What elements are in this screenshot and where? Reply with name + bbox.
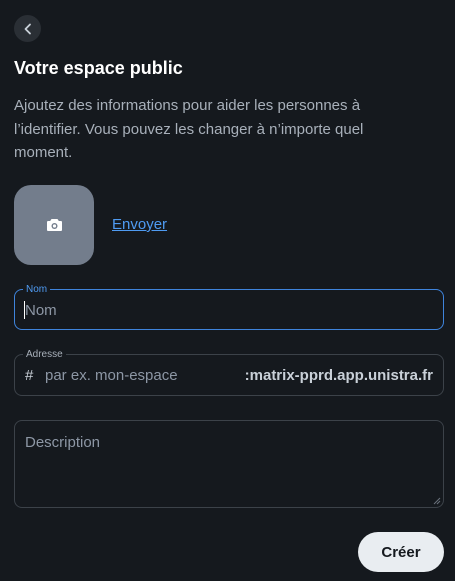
avatar-upload[interactable] [14, 185, 94, 265]
address-field-legend: Adresse [23, 349, 66, 360]
name-field-legend: Nom [23, 284, 51, 295]
chevron-left-icon [24, 23, 31, 34]
back-button[interactable] [14, 15, 41, 42]
hash-prefix: # [25, 367, 34, 384]
name-field[interactable]: Nom Nom [14, 284, 444, 330]
intro-description: Ajoutez des informations pour aider les … [14, 97, 364, 161]
address-field[interactable]: Adresse # par ex. mon-espace :matrix-ppr… [14, 349, 444, 396]
create-button[interactable]: Créer [358, 532, 444, 572]
resize-handle-icon[interactable] [433, 497, 441, 505]
description-input[interactable]: Description [25, 434, 100, 452]
camera-icon [46, 219, 62, 231]
description-field[interactable]: Description [14, 420, 444, 508]
upload-link[interactable]: Envoyer [112, 215, 167, 235]
address-input[interactable]: par ex. mon-espace [45, 367, 178, 385]
name-input[interactable]: Nom [25, 301, 57, 320]
server-domain-suffix: :matrix-pprd.app.unistra.fr [244, 367, 433, 384]
create-space-panel: Votre espace public Ajoutez des informat… [0, 0, 455, 581]
page-title: Votre espace public [14, 58, 183, 78]
